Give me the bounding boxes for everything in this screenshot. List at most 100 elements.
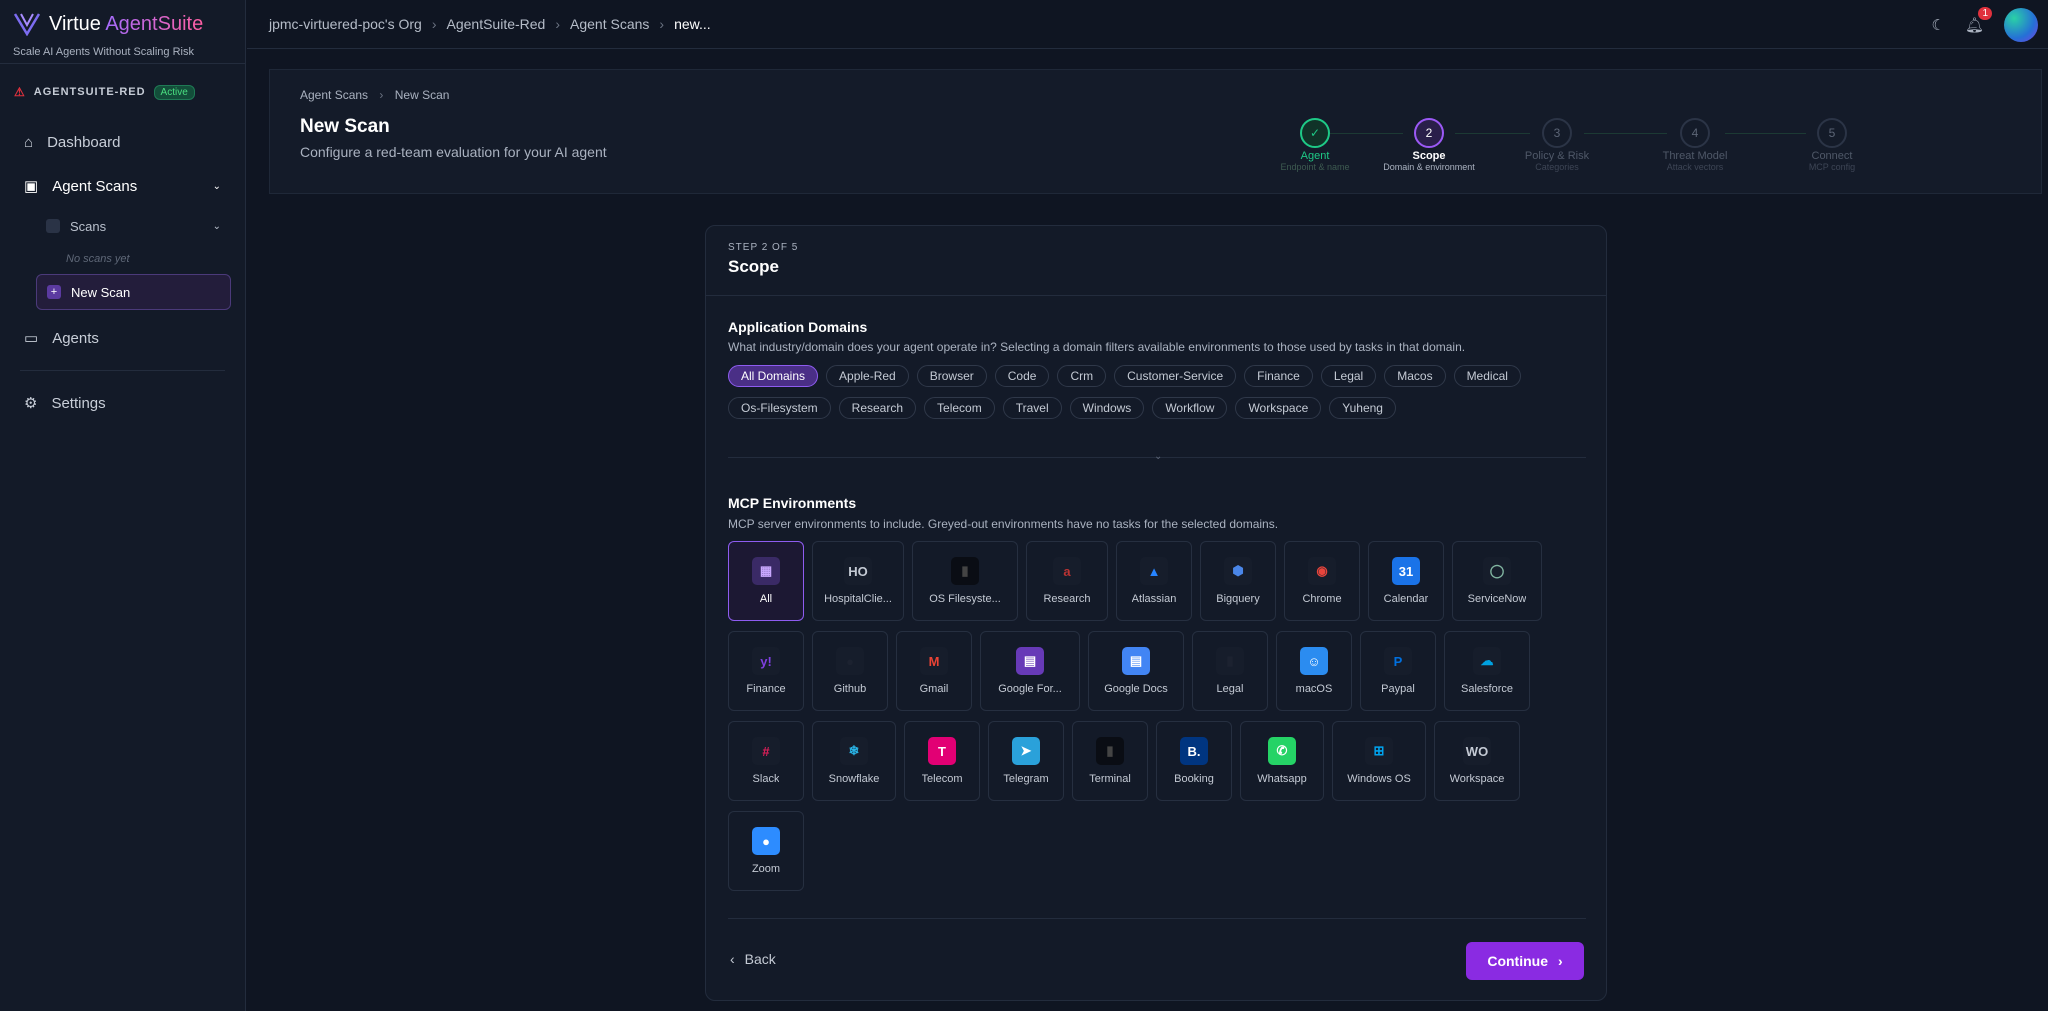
- step-title: Connect: [1811, 150, 1853, 162]
- domain-chip[interactable]: Os-Filesystem: [728, 397, 831, 419]
- domain-chip[interactable]: All Domains: [728, 365, 819, 387]
- domain-chip[interactable]: Browser: [916, 365, 987, 387]
- bell-icon[interactable]: 🔔︎ 1: [1965, 6, 1992, 34]
- sidebar: Virtue AgentSuite Scale AI Agents Withou…: [0, 0, 246, 1011]
- env-tile[interactable]: HO HospitalClie...: [812, 541, 904, 621]
- nav-settings[interactable]: ⚙ Settings: [0, 381, 245, 425]
- domain-chip[interactable]: Legal: [1320, 365, 1377, 387]
- breadcrumb-agentsuite[interactable]: AgentSuite-Red: [447, 16, 546, 32]
- hospital-icon: HO: [844, 557, 872, 585]
- env-tile[interactable]: ◉ Chrome: [1284, 541, 1360, 621]
- terminal-icon: ▮: [1096, 737, 1124, 765]
- whatsapp-icon: ✆: [1268, 737, 1296, 765]
- env-tile[interactable]: a Research: [1026, 541, 1108, 621]
- brand: Virtue AgentSuite Scale AI Agents Withou…: [0, 0, 245, 64]
- step-number: 3: [1542, 118, 1572, 148]
- yahoo-icon: y!: [752, 647, 780, 675]
- env-tile[interactable]: y! Finance: [728, 631, 804, 711]
- continue-button[interactable]: Continue ›: [1466, 942, 1584, 980]
- domain-chip[interactable]: Windows: [1069, 397, 1145, 419]
- env-label: Telecom: [921, 773, 963, 785]
- env-tile[interactable]: ❄ Snowflake: [812, 721, 896, 801]
- back-button[interactable]: ‹ Back: [730, 951, 776, 967]
- env-tile[interactable]: ◯ ServiceNow: [1452, 541, 1542, 621]
- env-label: Zoom: [751, 863, 781, 875]
- env-label: Calendar: [1383, 593, 1429, 605]
- env-tile[interactable]: 31 Calendar: [1368, 541, 1444, 621]
- domain-chip[interactable]: Code: [994, 365, 1050, 387]
- step-subtitle: Endpoint & name: [1280, 162, 1350, 172]
- home-icon: ⌂: [24, 133, 34, 151]
- domains-description: What industry/domain does your agent ope…: [728, 340, 1466, 354]
- env-tile[interactable]: ☁ Salesforce: [1444, 631, 1530, 711]
- env-tile[interactable]: ✆ Whatsapp: [1240, 721, 1324, 801]
- legal-icon: ▮: [1216, 647, 1244, 675]
- tagline: Scale AI Agents Without Scaling Risk: [13, 46, 194, 58]
- domain-chip[interactable]: Medical: [1453, 365, 1521, 387]
- google-docs-icon: ▤: [1122, 647, 1150, 675]
- breadcrumb-org[interactable]: jpmc-virtuered-poc's Org: [269, 16, 422, 32]
- domain-chip[interactable]: Workspace: [1235, 397, 1322, 419]
- domain-chip[interactable]: Research: [838, 397, 917, 419]
- finder-icon: ☺: [1300, 647, 1328, 675]
- page-title: New Scan: [300, 116, 390, 137]
- warning-icon: ⚠: [14, 85, 26, 99]
- domain-chip[interactable]: Travel: [1002, 397, 1062, 419]
- step-connect[interactable]: 5 Connect MCP config: [1772, 118, 1892, 172]
- env-label: Workspace: [1449, 773, 1505, 785]
- avatar[interactable]: [2004, 7, 2038, 42]
- env-tile[interactable]: ▮ Terminal: [1072, 721, 1148, 801]
- domain-chip[interactable]: Yuheng: [1329, 397, 1396, 419]
- env-tile[interactable]: ▤ Google Docs: [1088, 631, 1184, 711]
- env-tile[interactable]: B. Booking: [1156, 721, 1232, 801]
- step-scope[interactable]: 2 Scope Domain & environment: [1369, 118, 1489, 172]
- chevron-right-icon: ›: [431, 16, 437, 32]
- domain-chip[interactable]: Apple-Red: [826, 365, 909, 387]
- breadcrumb-parent[interactable]: Agent Scans: [300, 88, 368, 102]
- nav-dashboard[interactable]: ⌂ Dashboard: [0, 120, 245, 164]
- env-tile[interactable]: ▦ All: [728, 541, 804, 621]
- domain-chip[interactable]: Macos: [1384, 365, 1446, 387]
- env-tile[interactable]: # Slack: [728, 721, 804, 801]
- domain-chip[interactable]: Telecom: [924, 397, 995, 419]
- env-tile[interactable]: ● Github: [812, 631, 888, 711]
- env-tile[interactable]: ▤ Google For...: [980, 631, 1080, 711]
- env-tile[interactable]: ☺ macOS: [1276, 631, 1352, 711]
- env-tile[interactable]: M Gmail: [896, 631, 972, 711]
- step-subtitle: Attack vectors: [1666, 162, 1724, 172]
- moon-icon[interactable]: ☾: [1932, 16, 1945, 34]
- env-tile[interactable]: ⊞ Windows OS: [1332, 721, 1426, 801]
- domain-chip[interactable]: Crm: [1057, 365, 1107, 387]
- nav-agent-scans[interactable]: ▣ Agent Scans ⌄: [0, 164, 245, 208]
- monitor-icon: ▭: [24, 330, 39, 347]
- nav-agents[interactable]: ▭ Agents: [0, 316, 245, 360]
- env-tile[interactable]: ⬢ Bigquery: [1200, 541, 1276, 621]
- chevron-right-icon: ›: [1557, 953, 1563, 969]
- step-policy[interactable]: 3 Policy & Risk Categories: [1497, 118, 1617, 172]
- chevron-right-icon: ›: [555, 16, 561, 32]
- topbar: jpmc-virtuered-poc's Org › AgentSuite-Re…: [247, 0, 2048, 49]
- env-tile[interactable]: ▮ OS Filesyste...: [912, 541, 1018, 621]
- breadcrumb-agent-scans[interactable]: Agent Scans: [570, 16, 649, 32]
- domain-chip[interactable]: Finance: [1244, 365, 1313, 387]
- env-tile[interactable]: ▮ Legal: [1192, 631, 1268, 711]
- env-tile[interactable]: ➤ Telegram: [988, 721, 1064, 801]
- env-tile[interactable]: P Paypal: [1360, 631, 1436, 711]
- env-label: Google Docs: [1104, 683, 1168, 695]
- domain-chip[interactable]: Customer-Service: [1114, 365, 1237, 387]
- env-tile[interactable]: T Telecom: [904, 721, 980, 801]
- env-tile[interactable]: ▲ Atlassian: [1116, 541, 1192, 621]
- step-agent[interactable]: ✓ Agent Endpoint & name: [1255, 118, 1375, 172]
- domains-title: Application Domains: [728, 319, 868, 335]
- chevron-down-icon[interactable]: ⌄: [1154, 451, 1162, 462]
- domain-chip[interactable]: Workflow: [1152, 397, 1228, 419]
- card-title: Scope: [728, 257, 780, 276]
- nav-new-scan[interactable]: + New Scan: [36, 274, 231, 310]
- step-threat-model[interactable]: 4 Threat Model Attack vectors: [1635, 118, 1755, 172]
- env-tile[interactable]: ● Zoom: [728, 811, 804, 891]
- step-title: Scope: [1412, 150, 1446, 162]
- env-label: Bigquery: [1216, 593, 1260, 605]
- nav-scans[interactable]: Scans ⌄: [36, 208, 231, 244]
- brand-title: Virtue AgentSuite: [49, 12, 204, 35]
- env-tile[interactable]: WO Workspace: [1434, 721, 1520, 801]
